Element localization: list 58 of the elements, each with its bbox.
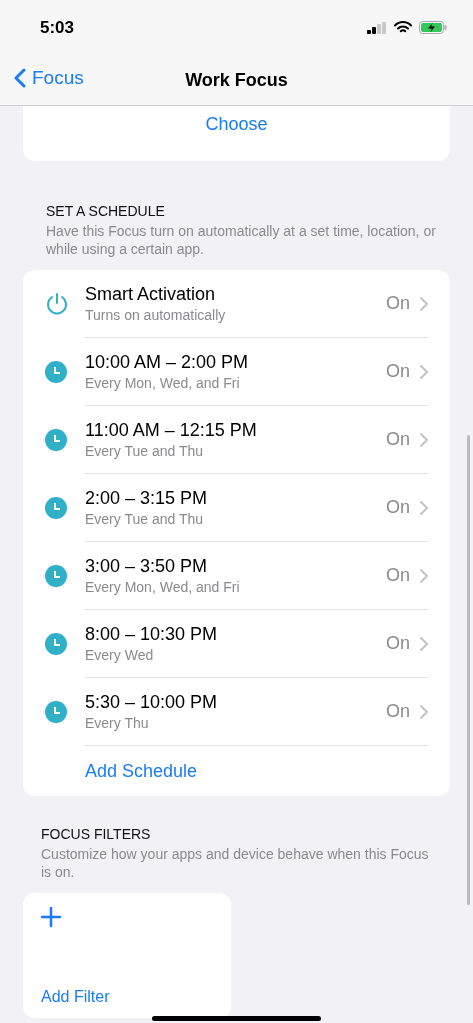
row-title: 2:00 – 3:15 PM	[85, 488, 209, 509]
back-button[interactable]: Focus	[14, 67, 84, 89]
section-header: SET A SCHEDULE	[45, 202, 166, 219]
status-time: 5:03	[40, 17, 75, 38]
chevron-icon	[420, 500, 428, 515]
row-title: 10:00 AM – 2:00 PM	[85, 352, 250, 373]
plus-icon	[41, 907, 61, 927]
row-subtitle: Every Tue and Thu	[85, 511, 205, 527]
choose-link[interactable]: Choose	[205, 114, 268, 161]
wifi-icon	[394, 21, 412, 34]
row-value: On	[386, 429, 410, 450]
schedule-row[interactable]: Smart Activation Turns on automatically On	[23, 270, 450, 338]
nav-title: Work Focus	[185, 69, 288, 91]
row-value: On	[386, 293, 410, 314]
section-description: Customize how your apps and device behave when this Focus is on.	[40, 845, 430, 882]
schedule-row[interactable]: 10:00 AM – 2:00 PM Every Mon, Wed, and Fri On	[23, 338, 450, 406]
row-title: 8:00 – 10:30 PM	[85, 624, 219, 645]
chevron-icon	[420, 636, 428, 651]
chevron-icon	[420, 432, 428, 447]
row-subtitle: Every Mon, Wed, and Fri	[85, 579, 241, 595]
row-subtitle: Every Thu	[85, 715, 150, 731]
signal-icon	[367, 21, 387, 34]
row-subtitle: Turns on automatically	[85, 307, 227, 323]
schedule-row[interactable]: 2:00 – 3:15 PM Every Tue and Thu On	[23, 474, 450, 542]
row-value: On	[386, 497, 410, 518]
row-subtitle: Every Mon, Wed, and Fri	[85, 375, 241, 391]
row-value: On	[386, 565, 410, 586]
row-value: On	[386, 361, 410, 382]
row-title: 3:00 – 3:50 PM	[85, 556, 209, 577]
schedule-row[interactable]: 5:30 – 10:00 PM Every Thu On	[23, 678, 450, 746]
row-title: 11:00 AM – 12:15 PM	[85, 420, 258, 441]
schedule-row[interactable]: 11:00 AM – 12:15 PM Every Tue and Thu On	[23, 406, 450, 474]
clock-icon	[45, 701, 67, 723]
clock-icon	[45, 565, 67, 587]
chevron-icon	[420, 704, 428, 719]
add-filter-link[interactable]: Add Filter	[41, 988, 213, 1006]
schedule-row[interactable]: 8:00 – 10:30 PM Every Wed On	[23, 610, 450, 678]
battery-charging-icon	[419, 21, 447, 34]
row-value: On	[386, 701, 410, 722]
section-header: FOCUS FILTERS	[40, 825, 152, 842]
row-title: Smart Activation	[85, 284, 217, 305]
row-title: 5:30 – 10:00 PM	[85, 692, 219, 713]
chevron-icon	[420, 296, 428, 311]
power-icon	[45, 292, 69, 316]
clock-icon	[45, 497, 67, 519]
row-subtitle: Every Wed	[85, 647, 155, 663]
clock-icon	[45, 429, 67, 451]
clock-icon	[45, 361, 67, 383]
clock-icon	[45, 633, 67, 655]
row-subtitle: Every Tue and Thu	[85, 443, 205, 459]
add-schedule-link[interactable]: Add Schedule	[85, 760, 198, 782]
add-filter-card[interactable]: Add Filter	[23, 893, 231, 1018]
row-value: On	[386, 633, 410, 654]
schedule-row[interactable]: 3:00 – 3:50 PM Every Mon, Wed, and Fri On	[23, 542, 450, 610]
chevron-icon	[420, 364, 428, 379]
back-chevron-icon	[14, 68, 26, 88]
chevron-icon	[420, 568, 428, 583]
section-description: Have this Focus turn on automatically at a set time, location, or while using a certain app.	[45, 222, 437, 259]
